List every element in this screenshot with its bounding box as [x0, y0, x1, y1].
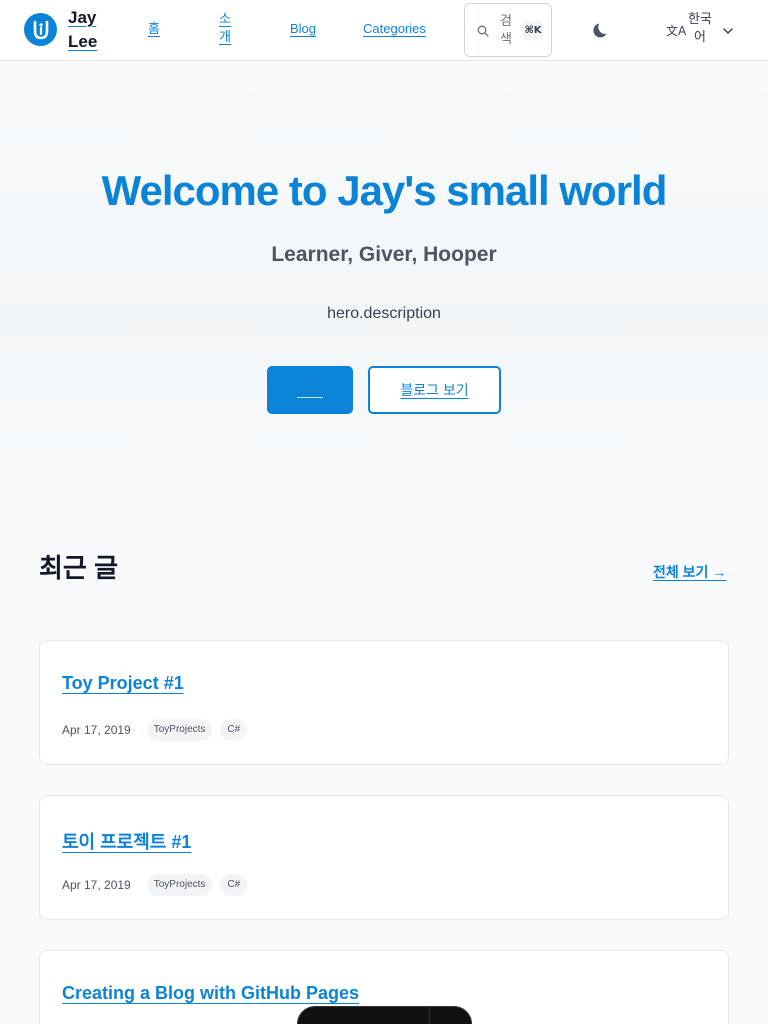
hero-subtitle: Learner, Giver, Hooper	[271, 243, 497, 266]
hero-primary-button[interactable]	[267, 366, 353, 414]
language-label: 한국어	[688, 11, 712, 44]
search-label: 검색	[500, 13, 512, 46]
search-icon	[477, 24, 489, 42]
post-date: Apr 17, 2019	[62, 878, 131, 892]
post-card[interactable]: Toy Project #1 Apr 17, 2019 ToyProjects …	[39, 640, 729, 765]
hero-section: Welcome to Jay's small world Learner, Gi…	[0, 61, 768, 491]
nav-blog[interactable]: Blog	[290, 20, 316, 38]
toolbar-divider	[429, 1007, 430, 1024]
hero-title: Welcome to Jay's small world	[101, 167, 668, 214]
hero-primary-button-underline	[297, 397, 323, 398]
post-tag[interactable]: C#	[220, 874, 248, 896]
nav-categories[interactable]: Categories	[363, 20, 426, 38]
nav-about[interactable]: 소개	[218, 10, 232, 46]
post-title[interactable]: Toy Project #1	[62, 673, 184, 694]
translate-icon: 文A	[666, 24, 687, 38]
post-meta: Apr 17, 2019 ToyProjects C#	[62, 719, 255, 741]
view-blog-button[interactable]: 블로그 보기	[368, 366, 501, 414]
post-title[interactable]: Creating a Blog with GitHub Pages	[62, 983, 359, 1004]
post-card[interactable]: 토이 프로젝트 #1 Apr 17, 2019 ToyProjects C#	[39, 795, 729, 920]
post-meta: Apr 17, 2019 ToyProjects C#	[62, 874, 255, 896]
view-all-link[interactable]: 전체 보기 →	[653, 562, 726, 582]
hero-description: hero.description	[327, 305, 441, 322]
search-button[interactable]: 검색 ⌘K	[464, 3, 552, 57]
post-title[interactable]: 토이 프로젝트 #1	[62, 828, 191, 854]
chevron-down-icon	[722, 24, 734, 42]
theme-toggle-button[interactable]	[590, 18, 614, 42]
floating-toolbar[interactable]	[297, 1006, 472, 1024]
moon-icon	[593, 23, 607, 38]
nav-home[interactable]: 홈	[148, 20, 160, 38]
post-tag[interactable]: C#	[220, 719, 248, 741]
view-blog-button-label: 블로그 보기	[400, 382, 469, 398]
brand-name[interactable]: Jay Lee	[68, 6, 108, 54]
post-tag[interactable]: ToyProjects	[146, 874, 213, 896]
language-selector[interactable]: 文A 한국어	[664, 8, 740, 52]
search-shortcut: ⌘K	[523, 21, 543, 40]
recent-posts-title: 최근 글	[39, 553, 118, 583]
post-tag[interactable]: ToyProjects	[146, 719, 213, 741]
logo-icon[interactable]	[24, 13, 57, 46]
post-date: Apr 17, 2019	[62, 723, 131, 737]
site-header: Jay Lee 홈 소개 Blog Categories 검색 ⌘K 文A 한국…	[0, 0, 768, 61]
